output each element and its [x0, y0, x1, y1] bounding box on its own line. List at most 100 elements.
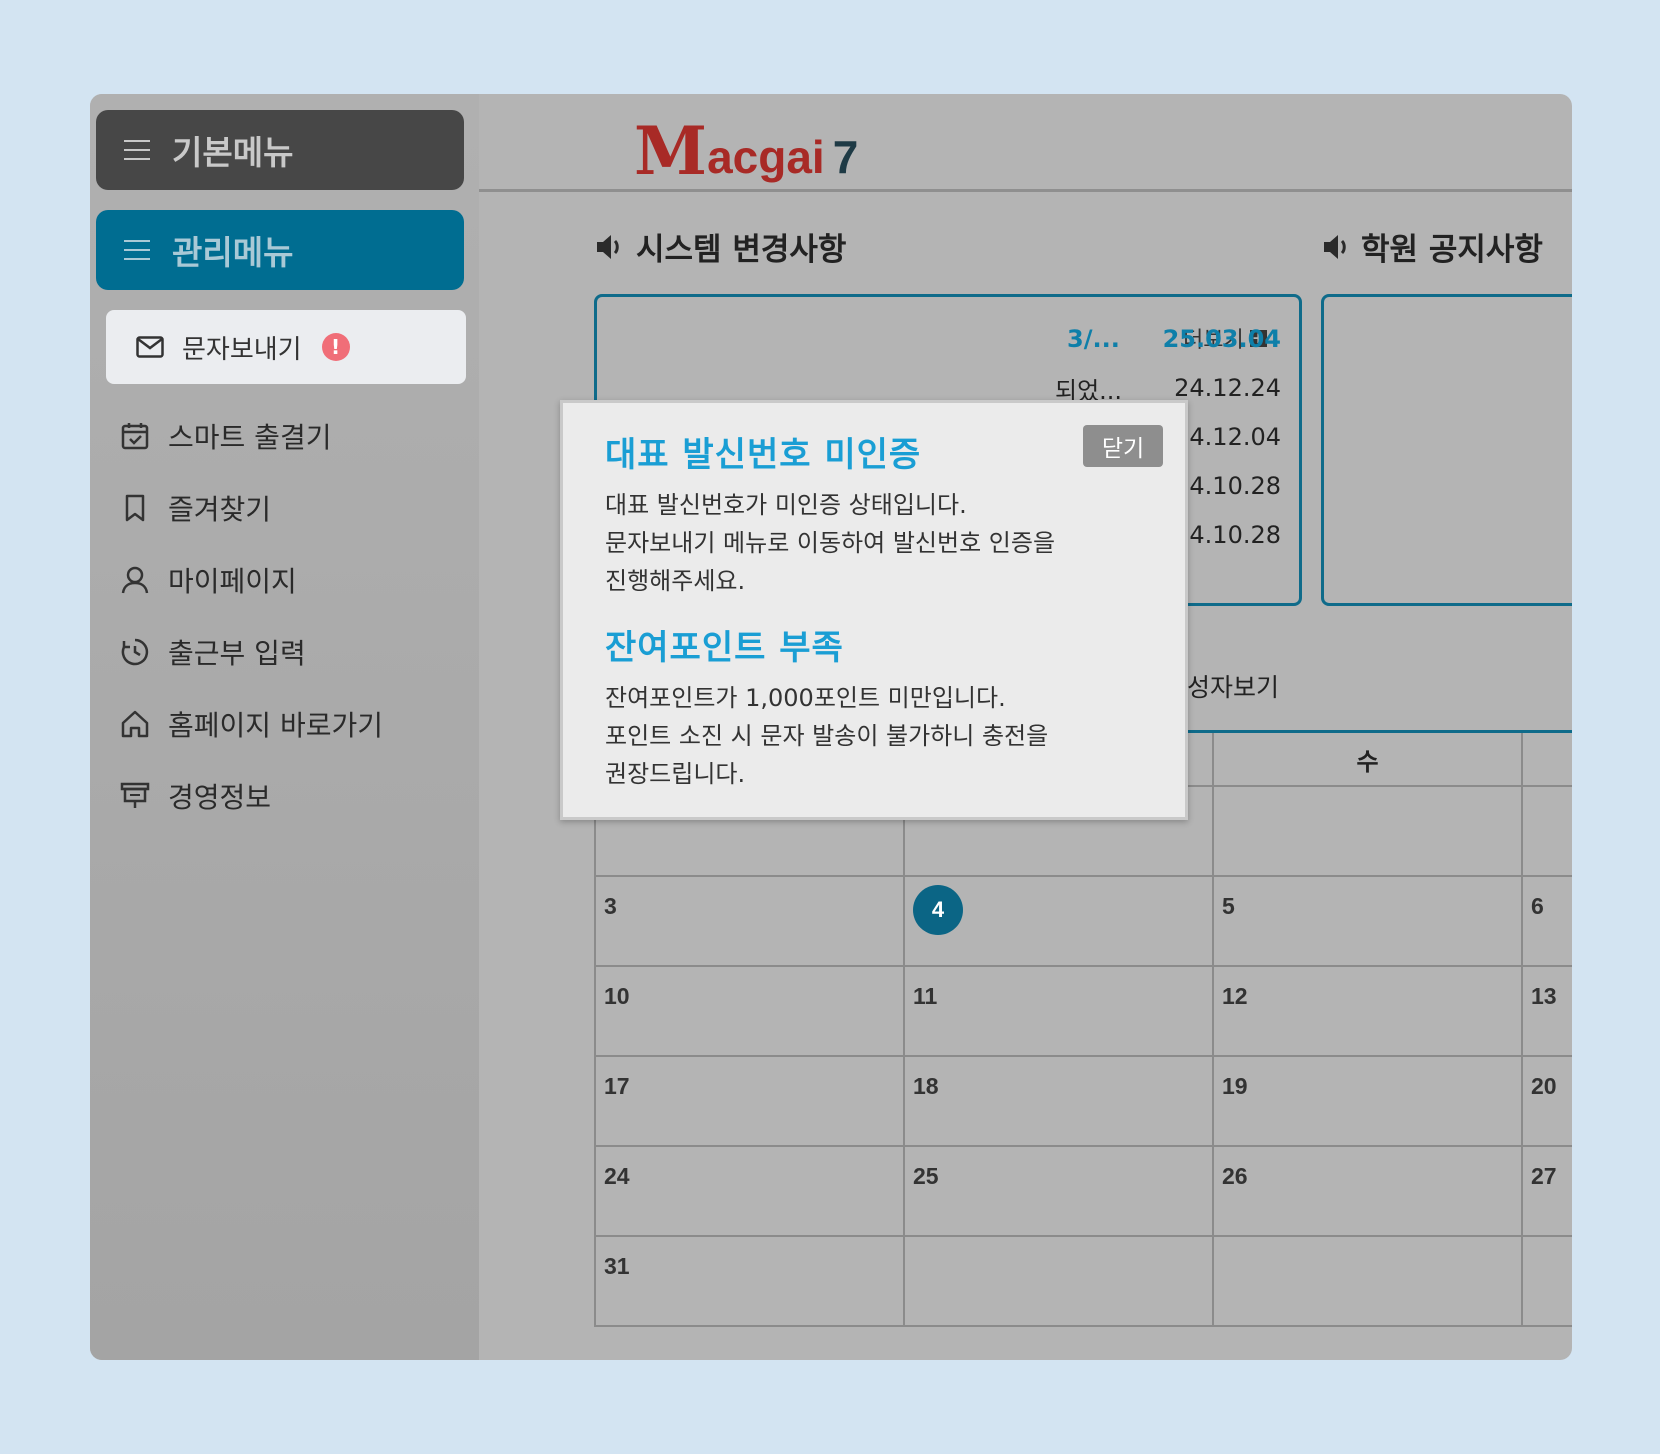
calendar-day-cell[interactable]: 20	[1521, 1057, 1572, 1147]
list-item-date: 25.03.04	[1162, 325, 1281, 353]
list-item-date: 24.10.28	[1174, 472, 1281, 500]
sidebar: 기본메뉴 관리메뉴 문자보내기 ! 스마트 출결기 즐겨찾기 마이페이지 출근부…	[90, 94, 479, 1360]
section-title-text: 학원 공지사항	[1361, 232, 1543, 268]
sidebar-item-smart-attendance[interactable]: 스마트 출결기	[120, 400, 383, 472]
calendar-day-cell[interactable]: 11	[903, 967, 1212, 1057]
sidebar-item-mypage[interactable]: 마이페이지	[120, 544, 383, 616]
sidebar-item-send-sms[interactable]: 문자보내기 !	[106, 310, 466, 384]
admin-menu-button[interactable]: 관리메뉴	[96, 210, 464, 290]
basic-menu-label: 기본메뉴	[172, 133, 294, 172]
sidebar-item-label: 문자보내기	[182, 334, 302, 365]
popup-text-line: 포인트 소진 시 문자 발송이 불가하니 충전을	[605, 722, 1049, 750]
popup-text-line: 권장드립니다.	[605, 760, 746, 788]
logo-text: acgai	[707, 131, 825, 183]
list-item-date: 24.10.28	[1174, 521, 1281, 549]
alert-icon: !	[321, 333, 350, 361]
app-window: 기본메뉴 관리메뉴 문자보내기 ! 스마트 출결기 즐겨찾기 마이페이지 출근부…	[90, 94, 1572, 1360]
popup-title-unverified-number: 대표 발신번호 미인증	[605, 435, 922, 475]
logo-letter: M	[634, 112, 708, 190]
sidebar-item-label: 즐겨찾기	[168, 493, 272, 526]
day-number: 6	[1531, 893, 1544, 919]
home-icon	[121, 710, 149, 738]
mail-icon	[136, 336, 164, 358]
list-item-title[interactable]: 3/...	[1067, 319, 1120, 359]
calendar-week: 10 11 12 13	[594, 967, 1572, 1057]
speaker-icon	[1324, 234, 1346, 259]
sidebar-item-label: 마이페이지	[168, 565, 297, 598]
calendar-day-cell[interactable]	[1212, 1237, 1521, 1327]
day-number: 19	[1222, 1073, 1248, 1099]
logo-version: 7	[832, 131, 859, 183]
bookmark-icon	[125, 494, 145, 522]
calendar-day-cell[interactable]: 24	[594, 1147, 903, 1237]
calendar-day-cell[interactable]	[903, 1237, 1212, 1327]
speaker-icon	[597, 234, 619, 259]
notice-title: 학원 공지사항	[1321, 224, 1543, 269]
popup-text-line: 대표 발신번호가 미인증 상태입니다.	[605, 491, 967, 519]
day-number: 11	[913, 983, 938, 1009]
system-changes-title: 시스템 변경사항	[594, 224, 846, 269]
calendar-week: 3 4 5 6	[594, 877, 1572, 967]
sidebar-item-favorites[interactable]: 즐겨찾기	[120, 472, 383, 544]
calendar-day-cell[interactable]: 13	[1521, 967, 1572, 1057]
calendar-day-cell[interactable]: 3	[594, 877, 903, 967]
calendar-week: 24 25 26 27	[594, 1147, 1572, 1237]
calendar-day-cell[interactable]: 31	[594, 1237, 903, 1327]
list-item-date: 24.12.24	[1174, 374, 1281, 402]
day-number: 27	[1531, 1163, 1557, 1189]
calendar-day-cell[interactable]: 27	[1521, 1147, 1572, 1237]
day-number: 5	[1222, 893, 1235, 919]
popup-text-line: 진행해주세요.	[605, 567, 746, 595]
hamburger-icon	[124, 140, 150, 160]
calendar-day-cell[interactable]: 6	[1521, 877, 1572, 967]
day-number: 18	[913, 1073, 939, 1099]
calendar-day-cell[interactable]: 17	[594, 1057, 903, 1147]
day-number: 17	[604, 1073, 630, 1099]
calendar-day-cell[interactable]: 26	[1212, 1147, 1521, 1237]
alert-popup: 닫기 대표 발신번호 미인증 대표 발신번호가 미인증 상태입니다. 문자보내기…	[560, 400, 1188, 820]
hamburger-icon	[124, 240, 150, 260]
calendar-day-cell[interactable]: 5	[1212, 877, 1521, 967]
weekday-thu	[1521, 733, 1572, 787]
day-number: 10	[604, 983, 630, 1009]
calendar-day-cell[interactable]: 25	[903, 1147, 1212, 1237]
calendar-day-cell[interactable]: 19	[1212, 1057, 1521, 1147]
today-marker: 4	[913, 885, 963, 935]
presentation-icon	[120, 782, 150, 808]
popup-text-line: 문자보내기 메뉴로 이동하여 발신번호 인증을	[605, 529, 1056, 557]
day-number: 25	[913, 1163, 939, 1189]
calendar-day-cell[interactable]: 4	[903, 877, 1212, 967]
sidebar-item-management-info[interactable]: 경영정보	[120, 760, 383, 832]
basic-menu-button[interactable]: 기본메뉴	[96, 110, 464, 190]
close-button[interactable]: 닫기	[1083, 425, 1163, 467]
sidebar-item-attendance-input[interactable]: 출근부 입력	[120, 616, 383, 688]
calendar-day-cell[interactable]: 12	[1212, 967, 1521, 1057]
weekday-wed: 수	[1212, 733, 1521, 787]
day-number: 26	[1222, 1163, 1248, 1189]
calendar-check-icon	[121, 423, 149, 450]
list-item-date: 24.12.04	[1174, 423, 1281, 451]
popup-text-line: 잔여포인트가 1,000포인트 미만입니다.	[605, 684, 1006, 712]
sidebar-item-label: 출근부 입력	[168, 637, 306, 670]
user-icon	[121, 566, 149, 594]
calendar-day-cell[interactable]	[1212, 787, 1521, 877]
day-number: 13	[1531, 983, 1557, 1009]
calendar-day-cell[interactable]	[1521, 787, 1572, 877]
top-header: M acgai 7	[479, 94, 1572, 192]
app-logo[interactable]: M acgai 7	[634, 104, 858, 184]
day-number: 20	[1531, 1073, 1557, 1099]
sidebar-item-label: 스마트 출결기	[168, 421, 332, 454]
day-number: 12	[1222, 983, 1248, 1009]
calendar-day-cell[interactable]: 18	[903, 1057, 1212, 1147]
day-number: 24	[604, 1163, 630, 1189]
popup-title-low-points: 잔여포인트 부족	[605, 628, 844, 668]
sidebar-item-label: 홈페이지 바로가기	[168, 709, 383, 742]
notice-panel	[1321, 294, 1572, 606]
calendar-week: 31	[594, 1237, 1572, 1327]
calendar-day-cell[interactable]: 10	[594, 967, 903, 1057]
section-title-text: 시스템 변경사항	[636, 232, 847, 268]
calendar-day-cell[interactable]	[1521, 1237, 1572, 1327]
day-number: 31	[604, 1253, 630, 1279]
sidebar-item-homepage[interactable]: 홈페이지 바로가기	[120, 688, 383, 760]
admin-menu-label: 관리메뉴	[172, 233, 294, 272]
